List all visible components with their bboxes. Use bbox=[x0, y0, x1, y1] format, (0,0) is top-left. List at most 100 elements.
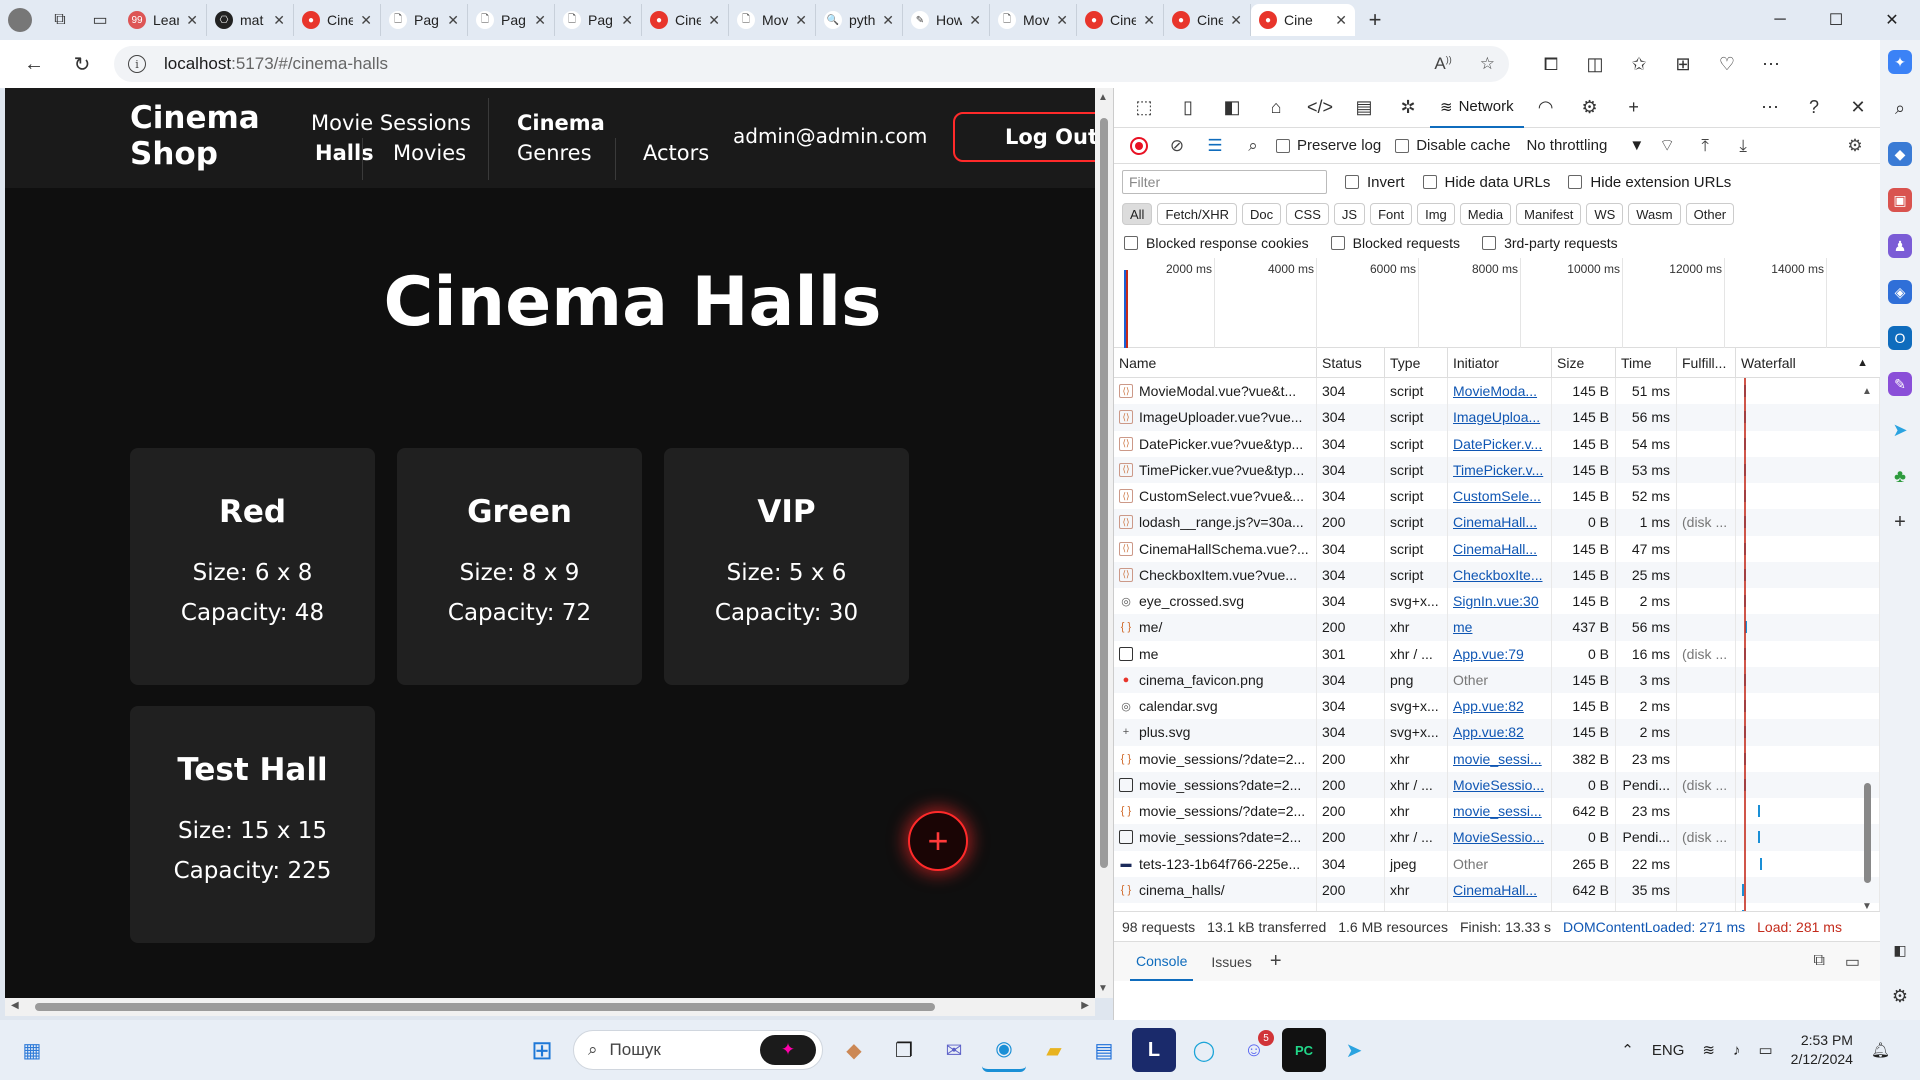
request-initiator[interactable]: CheckboxIte... bbox=[1448, 561, 1552, 588]
close-devtools-icon[interactable]: ✕ bbox=[1836, 88, 1880, 128]
help-icon[interactable]: ? bbox=[1792, 88, 1836, 128]
hall-card[interactable]: VIP Size: 5 x 6 Capacity: 30 bbox=[664, 448, 909, 685]
request-row[interactable]: ⟨⟩ DatePicker.vue?vue&typ... 304 script Date… bbox=[1114, 430, 1880, 457]
request-row[interactable]: ⟨⟩ TimePicker.vue?vue&typ... 304 script Time… bbox=[1114, 456, 1880, 483]
hall-card[interactable]: Green Size: 8 x 9 Capacity: 72 bbox=[397, 448, 642, 685]
initiator-link[interactable]: DatePicker.v... bbox=[1453, 436, 1542, 452]
request-initiator[interactable]: MovieSessio... bbox=[1448, 824, 1552, 851]
back-button[interactable]: ← bbox=[10, 44, 58, 84]
dock-drawer-icon[interactable]: ⧉ bbox=[1813, 952, 1824, 972]
browser-tab[interactable]: ● Cine ✕ bbox=[1251, 4, 1355, 36]
start-windows-icon[interactable]: ⊞ bbox=[520, 1028, 564, 1072]
collections-icon[interactable]: ⊞ bbox=[1661, 44, 1705, 84]
more-tools-plus-icon[interactable]: + bbox=[1612, 88, 1656, 128]
favorite-star-icon[interactable]: ☆ bbox=[1480, 54, 1495, 74]
close-tab-icon[interactable]: ✕ bbox=[795, 12, 807, 29]
discord-icon[interactable]: ☺ 5 bbox=[1232, 1028, 1276, 1072]
request-row[interactable]: ⟨⟩ lodash__range.js?v=30a... 200 script Cine… bbox=[1114, 509, 1880, 536]
request-initiator[interactable]: DatePicker.v... bbox=[1448, 430, 1552, 457]
request-row[interactable]: + plus.svg 304 svg+x... App.vue:82 145 B2 ms bbox=[1114, 719, 1880, 746]
scrollbar-thumb[interactable] bbox=[35, 1003, 935, 1011]
invert-checkbox[interactable]: Invert bbox=[1345, 174, 1405, 191]
initiator-link[interactable]: CustomSele... bbox=[1453, 488, 1541, 504]
type-filter-button[interactable]: JS bbox=[1333, 203, 1366, 225]
close-tab-icon[interactable]: ✕ bbox=[708, 12, 720, 29]
initiator-link[interactable]: CheckboxIte... bbox=[1453, 567, 1543, 583]
request-row[interactable]: ◎ eye_crossed.svg 304 svg+x... SignIn.vue:30… bbox=[1114, 588, 1880, 615]
nav-actors[interactable]: Actors bbox=[643, 138, 709, 168]
initiator-link[interactable]: App.vue:79 bbox=[1453, 646, 1524, 662]
device-emulation-icon[interactable]: ▯ bbox=[1166, 88, 1210, 128]
request-row[interactable]: + plus.svg 304svg+x... CinemaHall... 145 B3 … bbox=[1114, 903, 1880, 911]
third-party-checkbox[interactable]: 3rd-party requests bbox=[1482, 235, 1618, 251]
lingva-icon[interactable]: L bbox=[1132, 1028, 1176, 1072]
refresh-button[interactable]: ↻ bbox=[58, 44, 106, 84]
add-hall-button[interactable]: + bbox=[908, 811, 968, 871]
request-initiator[interactable]: CinemaHall... bbox=[1448, 876, 1552, 903]
close-tab-icon[interactable]: ✕ bbox=[360, 12, 372, 29]
preserve-log-checkbox[interactable]: Preserve log bbox=[1276, 137, 1381, 154]
telegram-desktop-icon[interactable]: ➤ bbox=[1332, 1028, 1376, 1072]
col-type[interactable]: Type bbox=[1385, 348, 1448, 377]
browser-tab[interactable]: ✎ How can ✕ bbox=[903, 4, 990, 36]
type-filter-button[interactable]: Font bbox=[1370, 203, 1413, 225]
close-tab-icon[interactable]: ✕ bbox=[1230, 12, 1242, 29]
request-initiator[interactable]: App.vue:79 bbox=[1448, 640, 1552, 667]
battery-icon[interactable]: ▭ bbox=[1758, 1041, 1772, 1059]
url-field[interactable]: i localhost:5173/#/cinema-halls A)) ☆ bbox=[114, 46, 1509, 82]
close-tab-icon[interactable]: ✕ bbox=[1143, 12, 1155, 29]
maximize-button[interactable]: ☐ bbox=[1808, 0, 1864, 40]
col-time[interactable]: Time bbox=[1616, 348, 1677, 377]
scroll-right-arrow-icon[interactable]: ▶ bbox=[1081, 1000, 1089, 1011]
close-tab-icon[interactable]: ✕ bbox=[273, 12, 285, 29]
browser-tab[interactable]: ⎔ mat ✕ bbox=[207, 4, 294, 36]
devtools-more-icon[interactable]: ⋯ bbox=[1748, 88, 1792, 128]
close-tab-icon[interactable]: ✕ bbox=[447, 12, 459, 29]
initiator-link[interactable]: movie_sessi... bbox=[1453, 803, 1542, 819]
close-tab-icon[interactable]: ✕ bbox=[186, 12, 198, 29]
site-info-icon[interactable]: i bbox=[128, 55, 146, 73]
hide-extension-urls-checkbox[interactable]: Hide extension URLs bbox=[1568, 174, 1731, 191]
col-status[interactable]: Status bbox=[1317, 348, 1385, 377]
pycharm-icon[interactable]: PC bbox=[1282, 1028, 1326, 1072]
request-row[interactable]: ▬ tets-123-1b64f766-225e... 304 jpeg Other 26… bbox=[1114, 850, 1880, 877]
type-filter-button[interactable]: Fetch/XHR bbox=[1157, 203, 1238, 225]
outlook-icon[interactable]: O bbox=[1888, 326, 1912, 350]
drawer-tab-issues[interactable]: Issues bbox=[1211, 954, 1251, 970]
initiator-link[interactable]: MovieSessio... bbox=[1453, 829, 1544, 845]
widgets-icon[interactable]: ▦ bbox=[10, 1028, 54, 1072]
hall-card[interactable]: Red Size: 6 x 8 Capacity: 48 bbox=[130, 448, 375, 685]
request-row[interactable]: { } me/200 xhr me 437 B 56 ms bbox=[1114, 614, 1880, 641]
request-row[interactable]: ⟨⟩ MovieModal.vue?vue&t... 304 script MovieM… bbox=[1114, 378, 1880, 405]
clear-icon[interactable]: ⊘ bbox=[1162, 131, 1192, 161]
type-filter-button[interactable]: Other bbox=[1685, 203, 1735, 225]
initiator-link[interactable]: App.vue:82 bbox=[1453, 724, 1524, 740]
initiator-link[interactable]: CinemaHall... bbox=[1453, 514, 1537, 530]
initiator-link[interactable]: SignIn.vue:30 bbox=[1453, 593, 1539, 609]
close-drawer-icon[interactable]: ▭ bbox=[1845, 952, 1860, 972]
col-initiator[interactable]: Initiator bbox=[1448, 348, 1552, 377]
request-initiator[interactable]: CinemaHall... bbox=[1448, 535, 1552, 562]
request-row[interactable]: { } movie_sessions/?date=2... 200 xhr movie_… bbox=[1114, 745, 1880, 772]
type-filter-button[interactable]: All bbox=[1122, 203, 1153, 225]
close-tab-icon[interactable]: ✕ bbox=[534, 12, 546, 29]
copilot-pre-icon[interactable]: ◆ bbox=[832, 1028, 876, 1072]
col-fulfilled[interactable]: Fulfill... bbox=[1677, 348, 1736, 377]
browser-tab[interactable]: 🗋 Movie Li ✕ bbox=[990, 4, 1077, 36]
record-button[interactable] bbox=[1124, 131, 1154, 161]
notifications-bell-icon[interactable]: 🔔︎ bbox=[1871, 1041, 1890, 1059]
request-row[interactable]: { } cinema_halls/200 xhr CinemaHall... 642 B… bbox=[1114, 876, 1880, 903]
add-drawer-tab-icon[interactable]: + bbox=[1270, 950, 1282, 973]
performance-icon[interactable]: ◠ bbox=[1524, 88, 1568, 128]
nav-cinema[interactable]: Cinema bbox=[517, 108, 605, 138]
new-tab-button[interactable]: + bbox=[1355, 0, 1395, 40]
site-logo[interactable]: Cinema Shop bbox=[130, 100, 270, 172]
telegram-icon[interactable]: ➤ bbox=[1888, 418, 1912, 442]
initiator-link[interactable]: CinemaHall... bbox=[1453, 882, 1537, 898]
browser-tab[interactable]: ● Cine ✕ bbox=[294, 4, 381, 36]
search-icon[interactable]: ⌕ bbox=[1888, 96, 1912, 120]
col-size[interactable]: Size bbox=[1552, 348, 1616, 377]
timeline-overview[interactable]: 2000 ms 4000 ms 6000 ms 8000 ms 10000 ms 1200… bbox=[1114, 258, 1880, 348]
initiator-link[interactable]: CinemaHall... bbox=[1453, 908, 1537, 911]
browser-tab[interactable]: 🔍 python l ✕ bbox=[816, 4, 903, 36]
